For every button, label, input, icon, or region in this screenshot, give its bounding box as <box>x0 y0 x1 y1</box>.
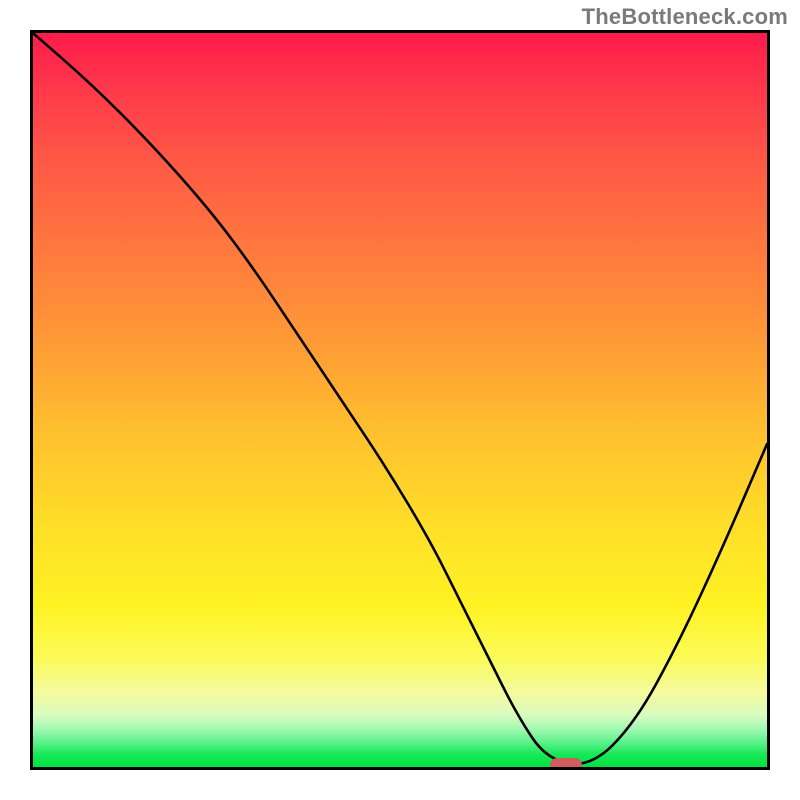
plot-area <box>30 30 770 770</box>
bottleneck-curve-svg <box>33 33 767 767</box>
optimal-point-marker <box>550 758 582 770</box>
chart-stage: TheBottleneck.com <box>0 0 800 800</box>
watermark-text: TheBottleneck.com <box>582 4 788 30</box>
bottleneck-curve-path <box>33 33 767 764</box>
